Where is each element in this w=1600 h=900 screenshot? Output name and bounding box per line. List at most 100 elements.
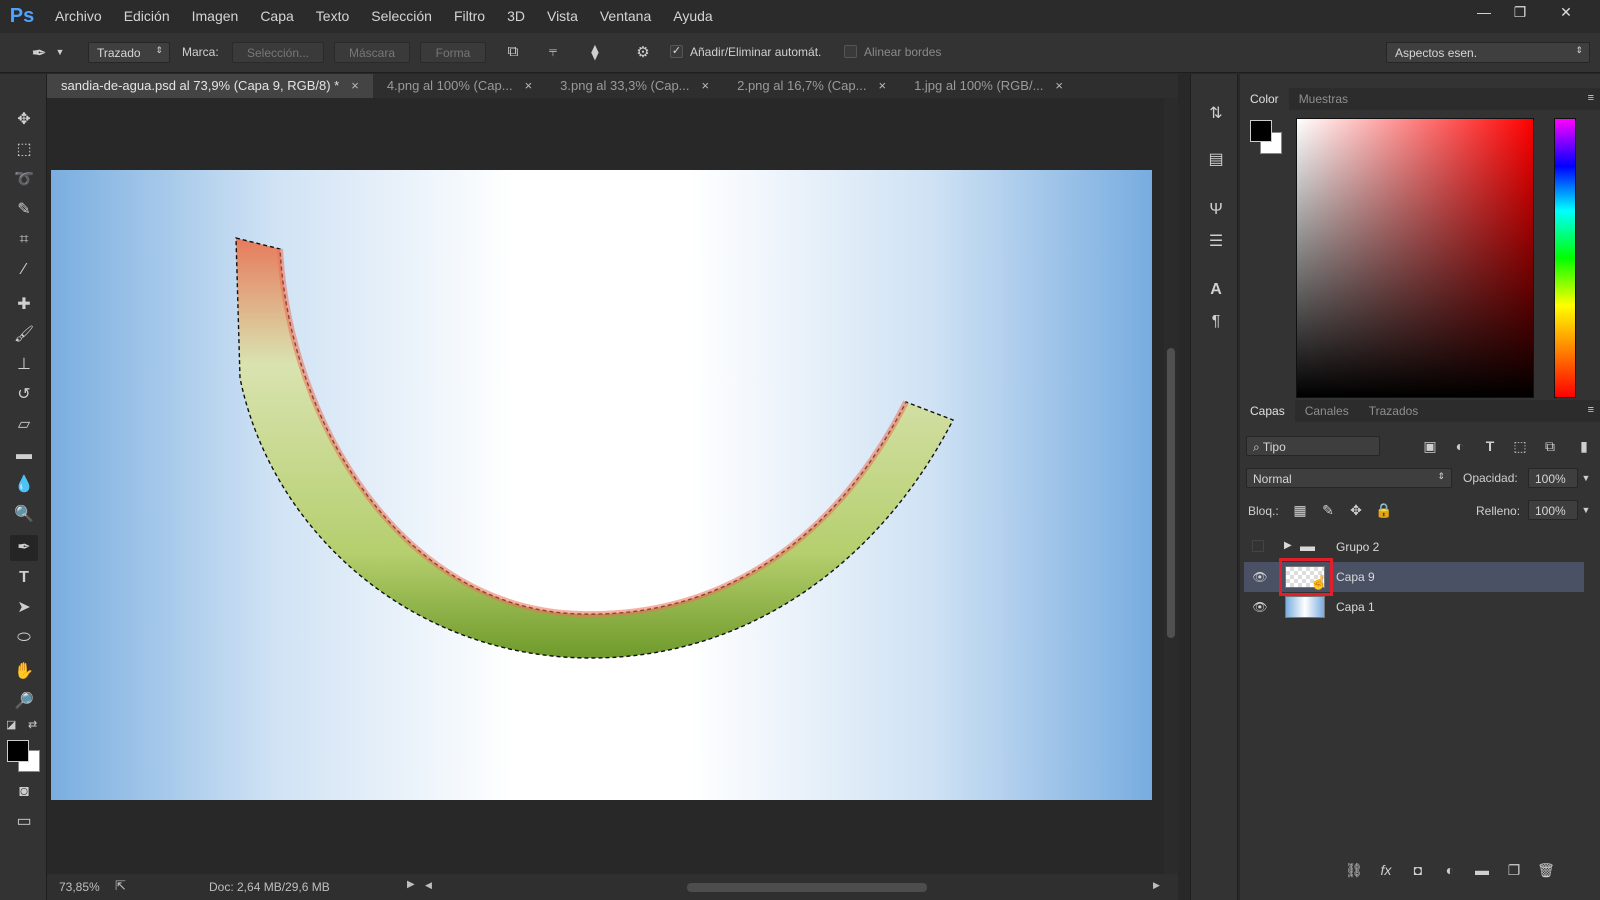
fx-icon[interactable]: fx: [1376, 860, 1396, 880]
tab-4-png[interactable]: 4.png al 100% (Cap... ×: [373, 74, 546, 98]
new-group-icon[interactable]: ▬: [1472, 860, 1492, 880]
menu-capa[interactable]: Capa: [249, 0, 304, 33]
menu-seleccion[interactable]: Selección: [360, 0, 443, 33]
smart-object-filter-icon[interactable]: ⧉: [1540, 436, 1560, 456]
gear-icon[interactable]: ⚙: [632, 43, 654, 63]
panel-menu-icon[interactable]: ≡: [1588, 404, 1594, 416]
type-tool-icon[interactable]: T: [10, 565, 38, 591]
blur-tool-icon[interactable]: 💧: [10, 472, 38, 498]
path-selection-tool-icon[interactable]: ➤: [10, 595, 38, 621]
quick-selection-tool-icon[interactable]: ✎: [10, 197, 38, 223]
tab-capas[interactable]: Capas: [1240, 400, 1295, 422]
scroll-right-icon[interactable]: ▶: [1153, 880, 1160, 891]
hue-slider[interactable]: [1554, 118, 1576, 398]
tab-1-jpg[interactable]: 1.jpg al 100% (RGB/... ×: [900, 74, 1077, 98]
mascara-button[interactable]: Máscara: [334, 42, 410, 63]
foreground-color-swatch[interactable]: [7, 740, 29, 762]
adjustment-layer-icon[interactable]: ◐: [1440, 860, 1460, 880]
restore-button[interactable]: ❐: [1502, 0, 1538, 24]
swap-colors-icon[interactable]: ⇄: [28, 718, 37, 731]
lasso-tool-icon[interactable]: ➰: [10, 167, 38, 193]
close-icon[interactable]: ×: [351, 78, 359, 93]
close-icon[interactable]: ×: [878, 78, 886, 93]
layer-row-capa-1[interactable]: 👁 Capa 1: [1244, 592, 1584, 622]
menu-filtro[interactable]: Filtro: [443, 0, 496, 33]
move-tool-icon[interactable]: ✥: [10, 107, 38, 133]
zoom-level[interactable]: 73,85%: [59, 880, 100, 894]
workspace-select[interactable]: Aspectos esen. ⇕: [1386, 42, 1590, 63]
menu-imagen[interactable]: Imagen: [181, 0, 250, 33]
tab-sandia-de-agua[interactable]: sandia-de-agua.psd al 73,9% (Capa 9, RGB…: [47, 74, 373, 98]
tab-muestras[interactable]: Muestras: [1289, 88, 1358, 110]
pixel-filter-icon[interactable]: ▣: [1420, 436, 1440, 456]
expand-arrow-icon[interactable]: ▶: [1284, 540, 1292, 551]
color-saturation-field[interactable]: [1296, 118, 1534, 398]
character-panel-icon[interactable]: A: [1203, 278, 1229, 302]
menu-ayuda[interactable]: Ayuda: [662, 0, 723, 33]
close-icon[interactable]: ×: [702, 78, 710, 93]
layer-name[interactable]: Grupo 2: [1336, 540, 1379, 554]
history-panel-icon[interactable]: ⇅: [1203, 102, 1229, 126]
type-filter-icon[interactable]: T: [1480, 436, 1500, 456]
lock-position-icon[interactable]: ✥: [1346, 500, 1366, 520]
properties-panel-icon[interactable]: ▤: [1203, 148, 1229, 172]
menu-texto[interactable]: Texto: [305, 0, 360, 33]
tab-trazados[interactable]: Trazados: [1359, 400, 1429, 422]
healing-brush-tool-icon[interactable]: ✚: [10, 292, 38, 318]
clone-stamp-tool-icon[interactable]: ⊥: [10, 352, 38, 378]
new-layer-icon[interactable]: ❐: [1504, 860, 1524, 880]
menu-3d[interactable]: 3D: [496, 0, 536, 33]
hand-tool-icon[interactable]: ✋: [10, 659, 38, 685]
add-mask-icon[interactable]: ◘: [1408, 860, 1428, 880]
lock-all-icon[interactable]: 🔒: [1374, 500, 1394, 520]
fill-input[interactable]: 100%: [1528, 500, 1578, 520]
scroll-left-icon[interactable]: ◀: [425, 880, 432, 891]
lock-pixels-icon[interactable]: ✎: [1318, 500, 1338, 520]
link-layers-icon[interactable]: ⛓: [1344, 860, 1364, 880]
adjustment-filter-icon[interactable]: ◐: [1450, 436, 1470, 456]
auto-add-delete-checkbox[interactable]: ✓: [670, 45, 683, 58]
layer-thumbnail[interactable]: [1285, 596, 1325, 618]
default-colors-icon[interactable]: ◪: [6, 718, 16, 731]
tab-3-png[interactable]: 3.png al 33,3% (Cap... ×: [546, 74, 723, 98]
canvas-workspace[interactable]: [47, 98, 1164, 874]
marquee-tool-icon[interactable]: ⬚: [10, 137, 38, 163]
tab-canales[interactable]: Canales: [1295, 400, 1359, 422]
forma-button[interactable]: Forma: [420, 42, 486, 63]
menu-edicion[interactable]: Edición: [113, 0, 181, 33]
gradient-tool-icon[interactable]: ▬: [10, 442, 38, 468]
close-window-button[interactable]: ✕: [1548, 0, 1584, 24]
chevron-down-icon[interactable]: ▼: [54, 47, 66, 67]
close-icon[interactable]: ×: [525, 78, 533, 93]
ellipse-tool-icon[interactable]: ⬭: [10, 625, 38, 651]
opacity-input[interactable]: 100%: [1528, 468, 1578, 488]
brush-panel-icon[interactable]: Ψ: [1203, 198, 1229, 222]
layer-name[interactable]: Capa 1: [1336, 600, 1375, 614]
vertical-scrollbar[interactable]: [1164, 98, 1178, 874]
document-canvas[interactable]: [51, 170, 1152, 800]
export-icon[interactable]: ⇱: [115, 878, 126, 894]
color-panel-foreground-swatch[interactable]: [1250, 120, 1272, 142]
quick-mask-icon[interactable]: ◙: [10, 779, 38, 805]
tab-color[interactable]: Color: [1240, 88, 1289, 110]
menu-vista[interactable]: Vista: [536, 0, 589, 33]
menu-ventana[interactable]: Ventana: [589, 0, 662, 33]
pen-tool-preset-icon[interactable]: ✒: [28, 43, 50, 63]
adjustments-panel-icon[interactable]: ☰: [1203, 230, 1229, 254]
vertical-scroll-thumb[interactable]: [1167, 348, 1175, 638]
close-icon[interactable]: ×: [1055, 78, 1063, 93]
panel-menu-icon[interactable]: ≡: [1588, 92, 1594, 104]
layer-row-capa-9[interactable]: 👁 ☝ Capa 9: [1244, 558, 1584, 596]
eraser-tool-icon[interactable]: ▱: [10, 412, 38, 438]
filter-toggle-icon[interactable]: ▮: [1574, 436, 1594, 456]
brush-tool-icon[interactable]: 🖌: [10, 322, 38, 348]
pen-tool-icon[interactable]: ✒: [10, 535, 38, 561]
chevron-down-icon[interactable]: ▼: [1576, 500, 1596, 520]
dodge-tool-icon[interactable]: 🔍: [10, 502, 38, 528]
mode-select[interactable]: Trazado ⇕: [88, 42, 170, 63]
seleccion-button[interactable]: Selección...: [232, 42, 324, 63]
menu-archivo[interactable]: Archivo: [44, 0, 113, 33]
visibility-toggle[interactable]: [1252, 540, 1264, 552]
eye-icon[interactable]: 👁: [1252, 600, 1268, 614]
chevron-down-icon[interactable]: ▼: [1576, 468, 1596, 488]
